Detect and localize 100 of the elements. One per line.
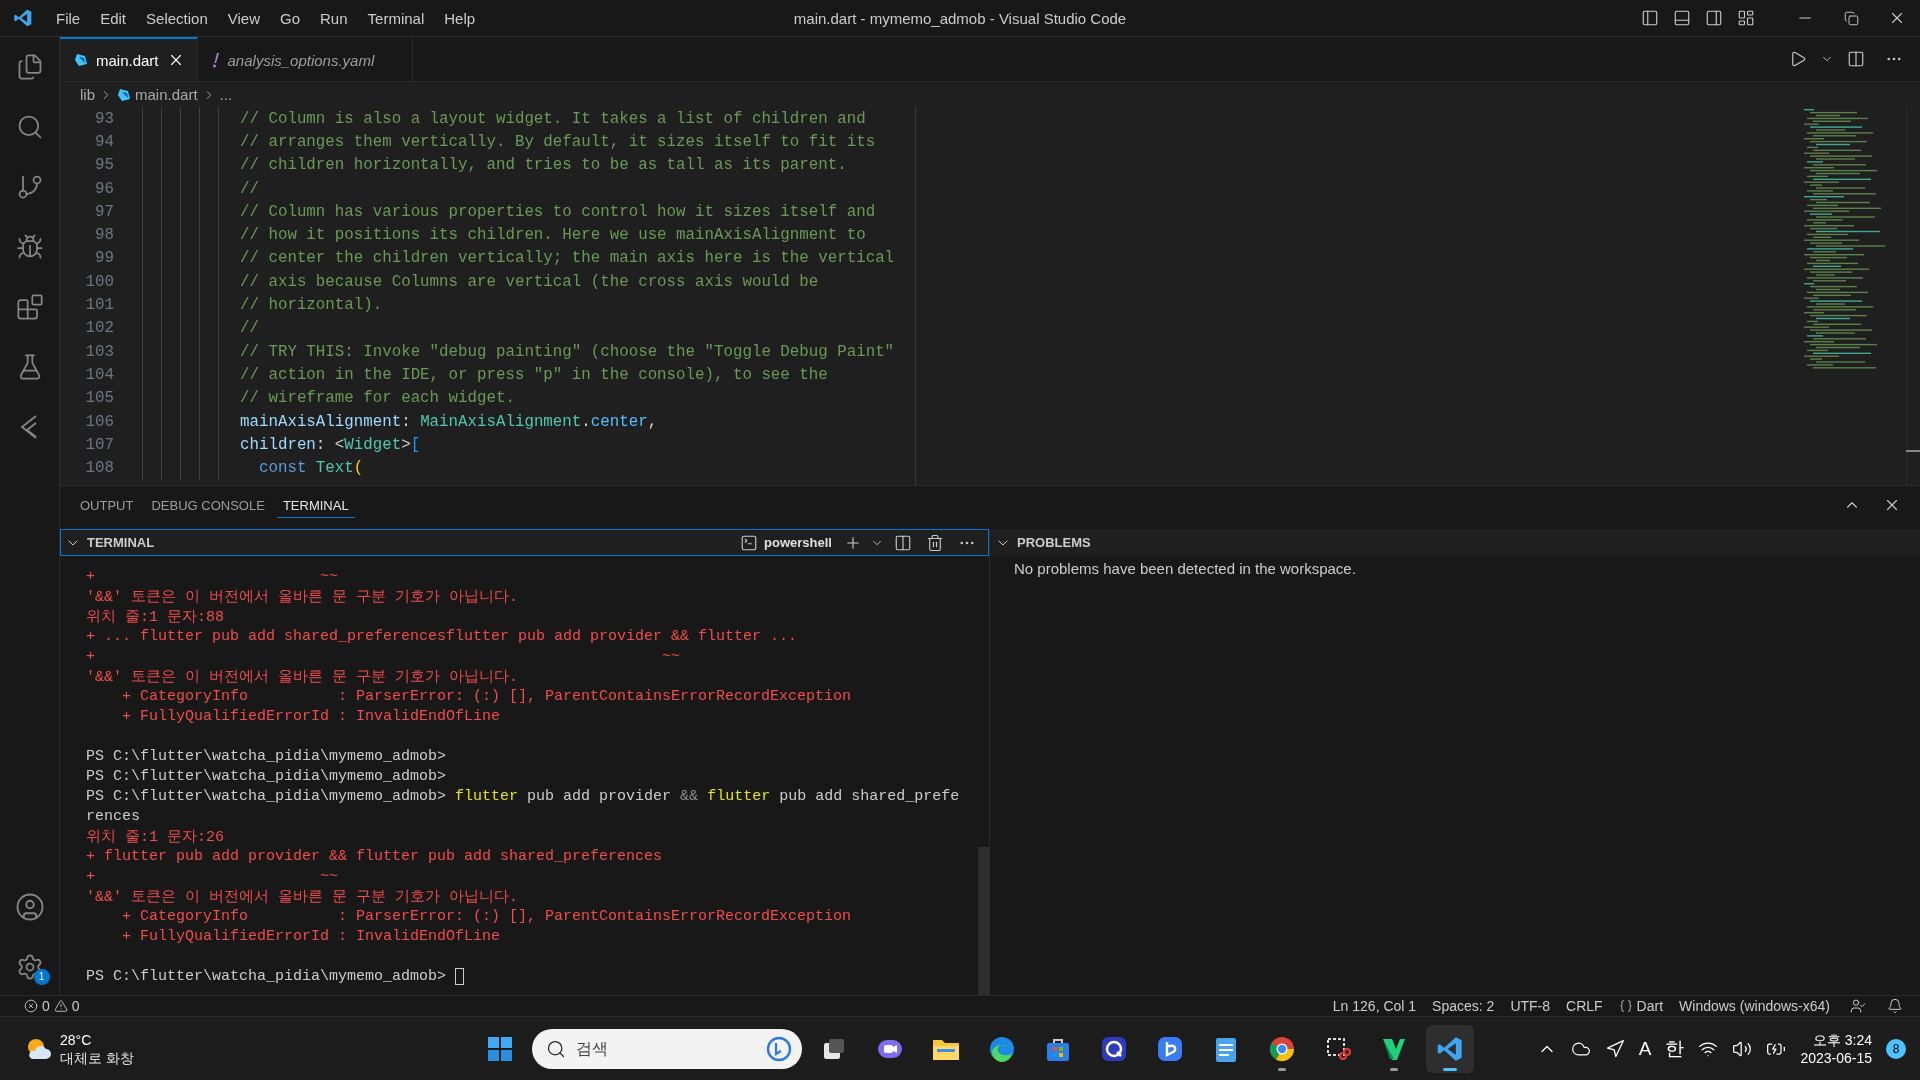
code-line: // Column has various properties to control how it sizes itself and [240,202,876,221]
status-item[interactable]: Spaces: 2 [1426,998,1501,1014]
input-indicator[interactable]: A [1638,1037,1652,1060]
weather-widget[interactable]: 28°C 대체로 화창 [24,1030,134,1067]
menu-item[interactable]: Edit [90,5,137,31]
line-number: 102 [84,319,114,338]
panel-tab[interactable]: DEBUG CONSOLE [145,491,271,518]
code-line: // wireframe for each widget. [240,389,515,408]
line-number: 93 [94,109,114,128]
status-item[interactable]: CRLF [1560,998,1609,1014]
terminal-cursor [455,967,465,985]
exclamation-icon [211,52,220,68]
split-editor-icon[interactable] [1847,50,1865,68]
breadcrumb-item[interactable]: main.dart [135,86,198,103]
line-number: 100 [84,272,114,291]
problems-status[interactable]: 0 0 [18,998,86,1014]
restore-icon[interactable] [1843,10,1859,26]
line-number: 108 [84,459,114,478]
line-number: 107 [84,435,114,454]
code-line: // arranges them vertically. By default, it sizes itself to fit its [240,132,876,151]
clock-time[interactable]: 오후 3:24 [1812,1030,1872,1049]
sidebar-toggle-icon[interactable] [1641,9,1659,27]
terminal-line: PS C:\flutter\watcha_pidia\mymemo_admob> [86,747,447,765]
menu-item[interactable]: File [46,5,91,31]
window-grid-icon[interactable] [487,1035,514,1062]
run-debug-icon[interactable] [15,233,44,261]
line-number: 97 [94,202,114,221]
terminal-line: + flutter pub add provider && flutter pub add shared_preferences [86,847,663,865]
terminal-line: + CategoryInfo : ParserError: (:) [], ParentContainsErrorRecordException [121,907,852,925]
code-line: // how it positions its children. Here we use mainAxisAlignment to [240,226,866,245]
location-arrow-icon[interactable] [1604,1038,1625,1059]
extensions-icon[interactable] [15,293,44,321]
problems-message: No problems have been detected in the workspace. [1013,559,1357,577]
error-icon [24,999,38,1013]
code-line: mainAxisAlignment: MainAxisAlignment.center, [240,412,658,431]
input-indicator[interactable]: 한 [1665,1035,1685,1062]
account-icon[interactable] [14,892,45,922]
terminal-line: 위치 줄:1 문자:26 [86,827,224,846]
breadcrumb-item[interactable]: lib [80,86,95,103]
code-line: // center the children vertically; the main axis here is the vertical [240,249,895,268]
breadcrumb-item[interactable]: ... [219,86,233,103]
menu-item[interactable]: Run [310,5,358,31]
menu-item[interactable]: View [217,5,270,31]
code-line: // TRY THIS: Invoke "debug painting" (choose the "Toggle Debug Paint" [240,342,895,361]
code-line: // Column is also a layout widget. It takes a list of children and [240,109,866,128]
terminal-icon [740,533,759,552]
chat-bubble-icon [766,1035,793,1062]
terminal-tab[interactable]: powershell [736,533,836,552]
notification-count[interactable]: 8 [1886,1038,1906,1059]
menu-item[interactable]: Selection [136,5,218,31]
search-field[interactable]: 검색 [532,1028,803,1069]
code-line: // horizontal). [240,296,383,314]
editor-tab[interactable]: main.dart [60,37,198,81]
terminal-line: + CategoryInfo : ParserError: (:) [], ParentContainsErrorRecordException [121,687,852,705]
terminal-line: PS C:\flutter\watcha_pidia\mymemo_admob> [86,967,448,985]
panel-toggle-icon[interactable] [1673,9,1691,27]
clock-date[interactable]: 2023-06-15 [1800,1048,1872,1067]
dart-icon [117,87,131,102]
code-editor-app-icon[interactable] [1426,1024,1475,1073]
section-title[interactable]: TERMINAL [87,535,155,550]
terminal-line: + ~~ [86,647,681,665]
line-number: 99 [94,249,114,268]
split-terminal-icon[interactable] [894,533,912,552]
status-item[interactable]: Ln 126, Col 1 [1326,998,1423,1014]
code-line: // [240,319,259,338]
terminal-line: + FullyQualifiedErrorId : InvalidEndOfLine [121,927,501,945]
bell-icon[interactable] [1887,998,1903,1014]
search-input[interactable]: 검색 [574,1038,759,1059]
section-title[interactable]: PROBLEMS [1017,535,1091,550]
panel-tab[interactable]: OUTPUT [74,491,140,518]
status-item[interactable]: UTF-8 [1504,998,1557,1014]
line-number: 103 [84,342,114,361]
line-number: 105 [84,389,114,408]
line-number: 101 [84,296,114,314]
line-number: 95 [94,156,114,175]
menu-item[interactable]: Terminal [357,5,435,31]
terminal-line: '&&' 토큰은 이 버전에서 올바른 문 구분 기호가 아닙니다. [86,887,519,906]
notification-badge: 1 [33,969,50,985]
status-item[interactable]: Dart [1612,998,1670,1014]
terminal-line: + ... flutter pub add shared_preferencesflutter pub add provider && flutter ... [86,627,798,645]
braces-icon [1618,999,1633,1013]
menu-item[interactable]: Go [270,5,310,31]
terminal-line: '&&' 토큰은 이 버전에서 올바른 문 구분 기호가 아닙니다. [86,667,519,686]
terminal-line: 위치 줄:1 문자:88 [86,607,224,626]
trash-icon[interactable] [926,533,944,552]
terminal-line: rences [86,807,140,825]
code-logo-icon[interactable] [13,8,33,28]
terminal-line: PS C:\flutter\watcha_pidia\mymemo_admob> [86,767,447,785]
layout-icon[interactable] [1737,9,1755,27]
run-icon[interactable] [1789,50,1807,68]
line-number: 96 [94,179,114,198]
feedback-icon[interactable] [1850,998,1866,1014]
status-item[interactable]: Windows (windows-x64) [1673,998,1836,1014]
menu-item[interactable]: Help [434,5,486,31]
code-line: // axis because Columns are vertical (the cross axis would be [240,272,819,291]
line-number: 106 [84,412,114,431]
dart-icon [74,53,88,67]
panel-tab[interactable]: TERMINAL [276,491,355,518]
secondary-sidebar-icon[interactable] [1705,9,1723,27]
terminal-line: + FullyQualifiedErrorId : InvalidEndOfLine [121,707,501,725]
